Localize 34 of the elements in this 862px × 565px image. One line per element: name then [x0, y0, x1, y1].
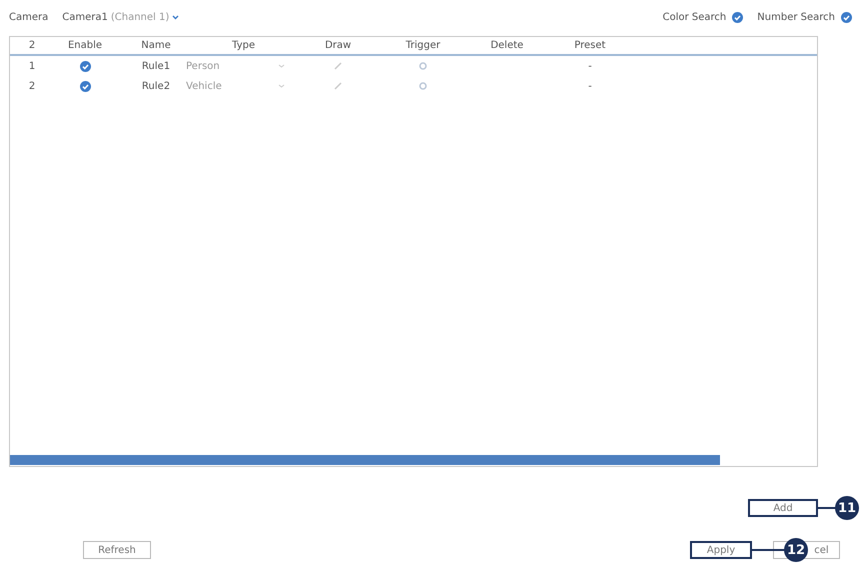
preset-value: -	[588, 60, 592, 72]
apply-button[interactable]: Apply	[690, 541, 752, 559]
rule-name: Rule1	[142, 60, 170, 72]
search-option-label: Number Search	[757, 12, 835, 22]
column-header: Delete	[490, 40, 524, 51]
enable-checkbox[interactable]	[80, 80, 90, 92]
column-header: Preset	[574, 40, 606, 51]
camera-value[interactable]: Camera1	[62, 12, 108, 22]
type-value[interactable]: Vehicle	[186, 80, 222, 92]
chevron-down-icon[interactable]	[172, 14, 180, 20]
camera-label: Camera	[9, 12, 48, 22]
enable-checkbox[interactable]	[80, 60, 90, 72]
column-header: 2	[28, 40, 36, 51]
type-value[interactable]: Person	[186, 60, 220, 72]
search-checkbox[interactable]	[732, 12, 744, 22]
add-button[interactable]: Add	[748, 499, 818, 517]
column-header: Type	[232, 40, 255, 51]
search-option-label: Color Search	[662, 12, 726, 22]
column-header: Draw	[324, 40, 352, 51]
column-header: Name	[141, 40, 171, 51]
refresh-button[interactable]: Refresh	[83, 541, 151, 559]
pencil-icon[interactable]	[334, 62, 342, 70]
column-header: Enable	[68, 40, 102, 51]
column-header: Trigger	[406, 40, 440, 51]
row-index: 1	[28, 60, 36, 72]
channel-value: (Channel 1)	[110, 12, 170, 22]
rule-name: Rule2	[142, 80, 170, 92]
horizontal-scrollbar[interactable]	[10, 455, 720, 465]
search-checkbox[interactable]	[841, 12, 852, 22]
pencil-icon[interactable]	[334, 82, 342, 90]
callout-badge: 12	[784, 538, 808, 562]
callout-badge: 11	[835, 496, 859, 520]
row-index: 2	[28, 80, 36, 92]
preset-value: -	[588, 80, 592, 92]
